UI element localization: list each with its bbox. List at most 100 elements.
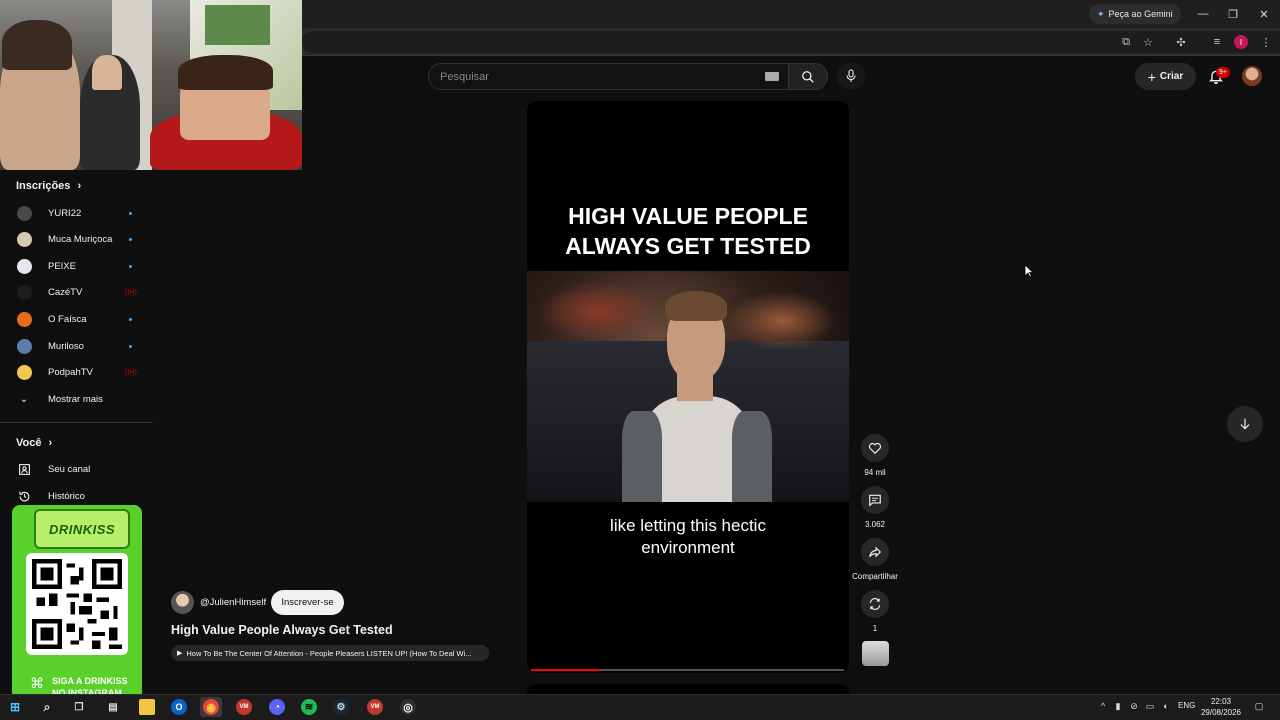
sidebar-item-label: PodpahTV (48, 367, 93, 379)
taskbar-obs-icon[interactable]: ◎ (397, 697, 419, 717)
keyboard-icon[interactable] (765, 72, 779, 81)
related-video-link[interactable]: ▶ How To Be The Center Of Attention - Pe… (171, 645, 489, 661)
sidebar-item-subscription[interactable]: Muriloso (0, 333, 153, 359)
subscriptions-heading[interactable]: Inscrições › (16, 180, 81, 192)
account-avatar[interactable] (1242, 66, 1262, 86)
ad-brand: DRINKISS (48, 521, 116, 537)
taskbar-discord-icon[interactable]: ◔ (266, 697, 288, 717)
video-title[interactable]: High Value People Always Get Tested (171, 623, 393, 637)
taskbar-voicemeeter-2-icon[interactable]: VM (364, 697, 386, 717)
shorts-player[interactable]: HIGH VALUE PEOPLE ALWAYS GET TESTED like… (527, 101, 849, 673)
taskbar-task-view-icon[interactable]: ❐ (68, 697, 90, 717)
spotify-glyph: ≋ (301, 699, 317, 715)
bookmark-star-icon[interactable]: ☆ (1140, 34, 1156, 50)
comments-button[interactable] (861, 486, 889, 514)
video-frame (527, 271, 849, 502)
tray-chevron-up-icon[interactable]: ^ (1097, 700, 1109, 712)
sidebar-item-subscription[interactable]: PEIXE (0, 253, 153, 279)
microphone-tray-icon[interactable]: ▮ (1112, 700, 1124, 712)
live-indicator-icon: ((•)) (125, 288, 137, 296)
input-language[interactable]: ENG (1178, 701, 1195, 710)
system-clock[interactable]: 22:03 29/08/2026 (1196, 696, 1246, 718)
volume-tray-icon[interactable]: ◖ (1159, 700, 1171, 712)
sidebar-item-your-channel[interactable]: Seu canal (0, 456, 153, 482)
taskbar-voicemeeter-icon[interactable]: VM (233, 697, 255, 717)
new-content-dot (129, 211, 132, 215)
channel-avatar-icon (17, 311, 32, 327)
remix-button[interactable] (861, 590, 889, 618)
discord-glyph: ◔ (269, 699, 285, 715)
browser-profile-avatar[interactable]: I (1234, 35, 1248, 49)
sidebar-item-label: Muriloso (48, 340, 84, 352)
create-button[interactable]: + Criar (1135, 63, 1196, 90)
next-video-button[interactable] (1227, 406, 1263, 442)
channel-avatar-icon (17, 232, 32, 248)
taskbar-explorer-icon[interactable] (136, 697, 158, 717)
taskbar-outlook-icon[interactable]: O (168, 697, 190, 717)
browser-menu-icon[interactable]: ⋮ (1258, 34, 1274, 50)
minimize-button[interactable]: — (1188, 4, 1218, 24)
comment-icon (869, 494, 881, 507)
user-square-icon (16, 461, 32, 477)
caption-line: like letting this hectic (610, 516, 766, 535)
taskbar-chrome-icon[interactable]: ◉ (200, 697, 222, 717)
drinkiss-logo: DRINKISS (34, 509, 130, 549)
sidebar-item-subscription[interactable]: CazéTV ((•)) (0, 280, 153, 306)
channel-avatar-icon (17, 365, 32, 381)
heart-icon (868, 442, 882, 455)
taskbar-start-icon[interactable]: ⊞ (4, 697, 26, 717)
plus-icon: + (1147, 68, 1156, 85)
sidebar-item-subscription[interactable]: Muca Muriçoca (0, 227, 153, 253)
install-app-icon[interactable]: ⧉ (1118, 34, 1134, 50)
chevron-right-icon: › (77, 180, 82, 192)
video-headline: HIGH VALUE PEOPLE ALWAYS GET TESTED (527, 201, 849, 261)
show-more-label: Mostrar mais (48, 393, 103, 405)
channel-handle[interactable]: @JulienHimself (200, 597, 266, 608)
camera-off-tray-icon[interactable]: ⊘ (1128, 700, 1140, 712)
channel-avatar[interactable] (171, 591, 194, 614)
share-button[interactable] (861, 538, 889, 566)
restore-button[interactable]: ❐ (1218, 4, 1248, 24)
show-more-button[interactable]: ⌄ Mostrar mais (0, 386, 153, 412)
related-video-title: How To Be The Center Of Attention - Peop… (186, 648, 472, 658)
gemini-label: Peça ao Gemini (1108, 9, 1173, 19)
chrome-glyph: ◉ (203, 699, 219, 715)
taskbar-widgets-icon[interactable]: ▤ (102, 697, 124, 717)
sidebar-item-label: Histórico (48, 490, 85, 502)
channel-avatar-icon (17, 285, 32, 301)
audio-track-thumbnail[interactable] (862, 641, 889, 666)
network-tray-icon[interactable]: ▭ (1144, 700, 1156, 712)
sidebar-item-label: CazéTV (48, 287, 83, 299)
you-heading[interactable]: Você › (16, 437, 52, 449)
taskbar-steam-icon[interactable]: ⚙ (330, 697, 352, 717)
sidebar-item-subscription[interactable]: O Faísca (0, 306, 153, 332)
voice-search-button[interactable] (837, 62, 865, 90)
like-count: 94 mil (864, 468, 886, 477)
media-control-icon[interactable]: ≡ (1209, 34, 1225, 50)
search-button[interactable] (788, 63, 828, 90)
notification-center-icon[interactable]: ▢ (1252, 700, 1266, 712)
sidebar-item-subscription[interactable]: YURI22 (0, 200, 153, 226)
arrow-down-icon (1240, 418, 1250, 430)
search-input[interactable]: Pesquisar (428, 63, 790, 90)
sidebar-item-label: YURI22 (48, 207, 82, 219)
taskbar-spotify-icon[interactable]: ≋ (298, 697, 320, 717)
new-content-dot (129, 264, 132, 268)
sidebar-item-label: O Faísca (48, 313, 87, 325)
sidebar-item-subscription[interactable]: PodpahTV ((•)) (0, 360, 153, 386)
headline-line: ALWAYS GET TESTED (565, 233, 811, 259)
gemini-button[interactable]: ✦ Peça ao Gemini (1089, 4, 1181, 24)
explorer-glyph (139, 699, 155, 715)
voicemeeter-2-glyph: VM (367, 699, 383, 715)
extensions-icon[interactable]: ✣ (1173, 34, 1189, 50)
subscribe-button[interactable]: Inscrever-se (271, 590, 344, 615)
history-icon (16, 488, 32, 504)
channel-avatar-icon (17, 338, 32, 354)
windows-taskbar (0, 694, 1280, 720)
you-heading-label: Você (16, 437, 42, 449)
chevron-down-icon: ⌄ (19, 393, 29, 405)
close-window-button[interactable]: ✕ (1249, 4, 1279, 24)
comment-count: 3.062 (864, 520, 886, 529)
taskbar-search-icon[interactable]: ⌕ (36, 697, 58, 717)
like-button[interactable] (861, 434, 889, 462)
